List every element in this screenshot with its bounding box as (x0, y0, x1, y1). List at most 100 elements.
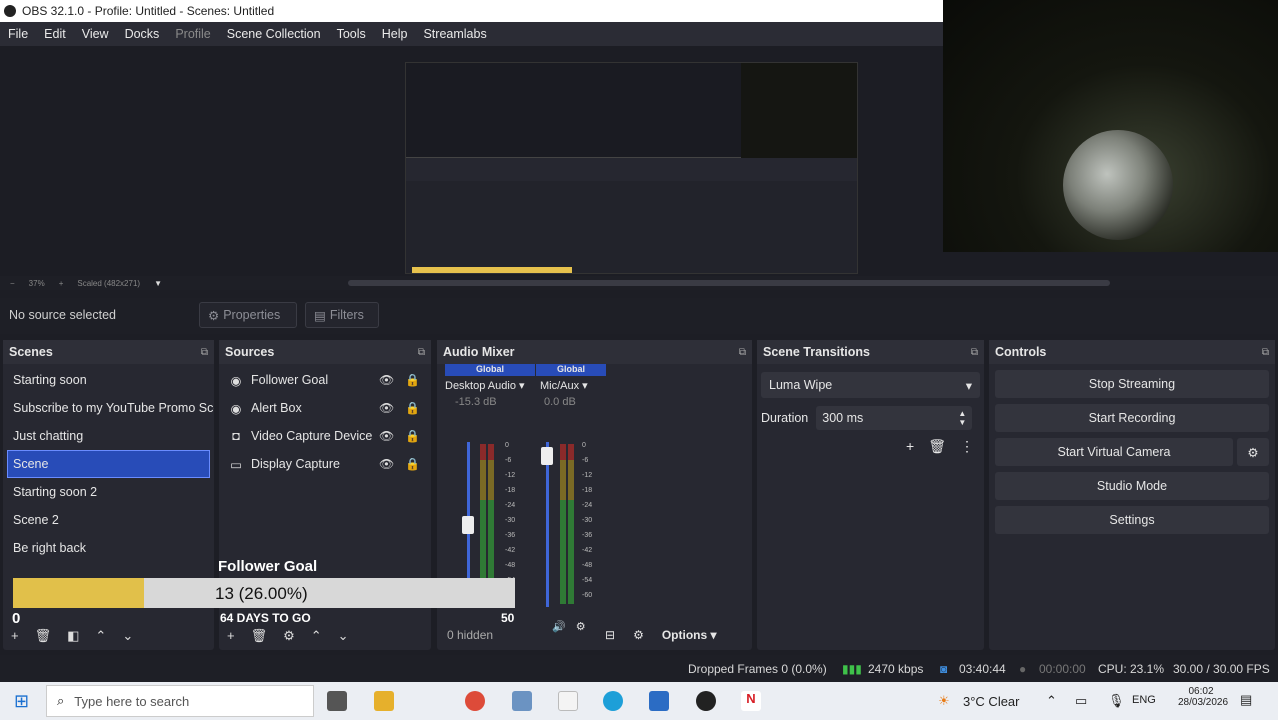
float-dock-icon[interactable]: ⧉ (201, 347, 208, 358)
gear-icon: ⚙ (208, 308, 220, 323)
advanced-audio-icon[interactable]: ⚙ (633, 628, 644, 642)
volume-fader-handle[interactable] (462, 516, 474, 535)
menu-file[interactable]: File (0, 27, 36, 41)
menu-docks[interactable]: Docks (117, 27, 168, 41)
scene-item[interactable]: Be right back (3, 534, 214, 562)
obs-taskbar-icon[interactable] (696, 691, 716, 711)
layout-toggle-icon[interactable]: ⊟ (605, 628, 615, 642)
studio-mode-button[interactable]: Studio Mode (995, 472, 1269, 500)
filters-button[interactable]: ▤ Filters (305, 302, 379, 328)
scene-item-selected[interactable]: Scene (7, 450, 210, 478)
visibility-eye-icon[interactable]: 👁 (379, 429, 394, 443)
settings-button[interactable]: Settings (995, 506, 1269, 534)
stop-streaming-button[interactable]: Stop Streaming (995, 370, 1269, 398)
follower-goal-max: 50 (501, 611, 515, 625)
spin-arrows-icon[interactable]: ▲ ▼ (958, 409, 966, 427)
tray-chevron-icon[interactable]: ⌃ (1046, 693, 1057, 709)
float-dock-icon[interactable]: ⧉ (739, 347, 746, 358)
scene-item[interactable]: Scene 2 (3, 506, 214, 534)
menu-edit[interactable]: Edit (36, 27, 74, 41)
move-up-icon[interactable]: ⌃ (311, 628, 322, 644)
volume-fader-track[interactable] (546, 442, 549, 607)
channel-name[interactable]: Mic/Aux ▾ (536, 379, 606, 392)
more-options-icon[interactable]: ⋮ (960, 438, 974, 455)
zoom-in-icon[interactable]: + (59, 279, 64, 288)
scene-filters-icon[interactable]: ◧ (67, 628, 79, 644)
add-source-icon[interactable]: + (227, 628, 235, 644)
duration-spinbox[interactable]: 300 ms ▲ ▼ (816, 406, 973, 430)
float-dock-icon[interactable]: ⧉ (418, 347, 425, 358)
add-scene-icon[interactable]: + (11, 628, 19, 644)
float-dock-icon[interactable]: ⧉ (971, 347, 978, 358)
preview-scrollbar[interactable] (348, 280, 1110, 286)
audio-mixer-title: Audio Mixer (443, 345, 515, 359)
properties-button[interactable]: ⚙ Properties (199, 302, 297, 328)
netflix-icon[interactable]: N (741, 691, 761, 711)
remove-source-icon[interactable]: 🗑 (251, 628, 268, 644)
lock-icon[interactable]: 🔒 (405, 401, 420, 415)
virtual-camera-settings-icon[interactable]: ⚙ (1237, 438, 1269, 466)
microphone-icon[interactable]: 🎙 (1108, 693, 1125, 709)
options-button[interactable]: Options ▾ (662, 628, 717, 642)
chrome-icon[interactable] (465, 691, 485, 711)
channel-settings-icon[interactable]: ⚙ (576, 620, 586, 633)
mute-speaker-icon[interactable]: 🔊 (552, 620, 566, 633)
scene-item[interactable]: Starting soon 2 (3, 478, 214, 506)
remove-scene-icon[interactable]: 🗑 (35, 628, 52, 644)
edge-icon[interactable] (603, 691, 623, 711)
menu-help[interactable]: Help (374, 27, 416, 41)
task-view-icon[interactable] (327, 691, 347, 711)
visibility-eye-icon[interactable]: 👁 (379, 373, 394, 387)
menu-view[interactable]: View (74, 27, 117, 41)
source-properties-icon[interactable]: ⚙ (283, 628, 295, 644)
source-label: Follower Goal (251, 373, 329, 387)
language-indicator[interactable]: ENG (1132, 694, 1156, 706)
meter-tick-label: -24 (505, 502, 516, 509)
source-item[interactable]: ◉ Follower Goal 👁 🔒 (219, 366, 431, 394)
remove-transition-icon[interactable]: 🗑 (928, 438, 946, 455)
network-icon[interactable]: ▭ (1075, 693, 1087, 709)
transition-select[interactable]: Luma Wipe ▾ (761, 372, 980, 398)
scenes-toolbar: + 🗑 ◧ ⌃ ⌄ (11, 628, 133, 644)
visibility-eye-icon[interactable]: 👁 (379, 401, 394, 415)
menu-streamlabs[interactable]: Streamlabs (415, 27, 494, 41)
add-transition-icon[interactable]: + (906, 438, 914, 455)
record-icon: ● (1019, 662, 1027, 676)
windows-start-icon[interactable]: ⊞ (14, 691, 29, 712)
move-up-icon[interactable]: ⌃ (95, 628, 106, 644)
weather-text[interactable]: 3°C Clear (963, 694, 1020, 709)
menu-tools[interactable]: Tools (329, 27, 374, 41)
visibility-eye-icon[interactable]: 👁 (379, 457, 394, 471)
volume-fader-handle[interactable] (541, 446, 553, 465)
move-down-icon[interactable]: ⌄ (122, 628, 133, 644)
channel-name[interactable]: Desktop Audio ▾ (445, 379, 535, 392)
start-recording-button[interactable]: Start Recording (995, 404, 1269, 432)
preview-nested-docks (406, 181, 857, 273)
scene-item[interactable]: Just chatting (3, 422, 214, 450)
taskbar-search[interactable]: ⌕ Type here to search (46, 685, 314, 717)
outlook-icon[interactable] (649, 691, 669, 711)
menu-scene-collection[interactable]: Scene Collection (219, 27, 329, 41)
mixer-channel: Global Mic/Aux ▾ 0.0 dB 0 -6 -12 -18 -24 -30 -… (536, 364, 606, 633)
move-down-icon[interactable]: ⌄ (338, 628, 349, 644)
start-virtual-camera-button[interactable]: Start Virtual Camera (995, 438, 1233, 466)
scale-dropdown-icon[interactable]: ▼ (154, 279, 162, 288)
lock-icon[interactable]: 🔒 (405, 429, 420, 443)
file-explorer-icon[interactable] (374, 691, 394, 711)
preview-canvas[interactable] (405, 62, 858, 274)
zoom-out-icon[interactable]: − (10, 279, 15, 288)
scene-item[interactable]: Starting soon (3, 366, 214, 394)
source-item[interactable]: ◉ Alert Box 👁 🔒 (219, 394, 431, 422)
lock-icon[interactable]: 🔒 (405, 373, 420, 387)
notepad-icon[interactable] (558, 691, 578, 711)
channel-global-badge: Global (536, 364, 606, 376)
source-item[interactable]: ◘ Video Capture Device 👁 🔒 (219, 422, 431, 450)
lock-icon[interactable]: 🔒 (405, 457, 420, 471)
notifications-icon[interactable]: ▤ (1240, 692, 1252, 708)
meter-tick-label: -18 (505, 487, 516, 494)
clock[interactable]: 06:02 28/03/2026 (1178, 686, 1228, 708)
source-item[interactable]: ▭ Display Capture 👁 🔒 (219, 450, 431, 478)
scene-item[interactable]: Subscribe to my YouTube Promo Scene (3, 394, 214, 422)
app-icon[interactable] (512, 691, 532, 711)
float-dock-icon[interactable]: ⧉ (1262, 347, 1269, 358)
